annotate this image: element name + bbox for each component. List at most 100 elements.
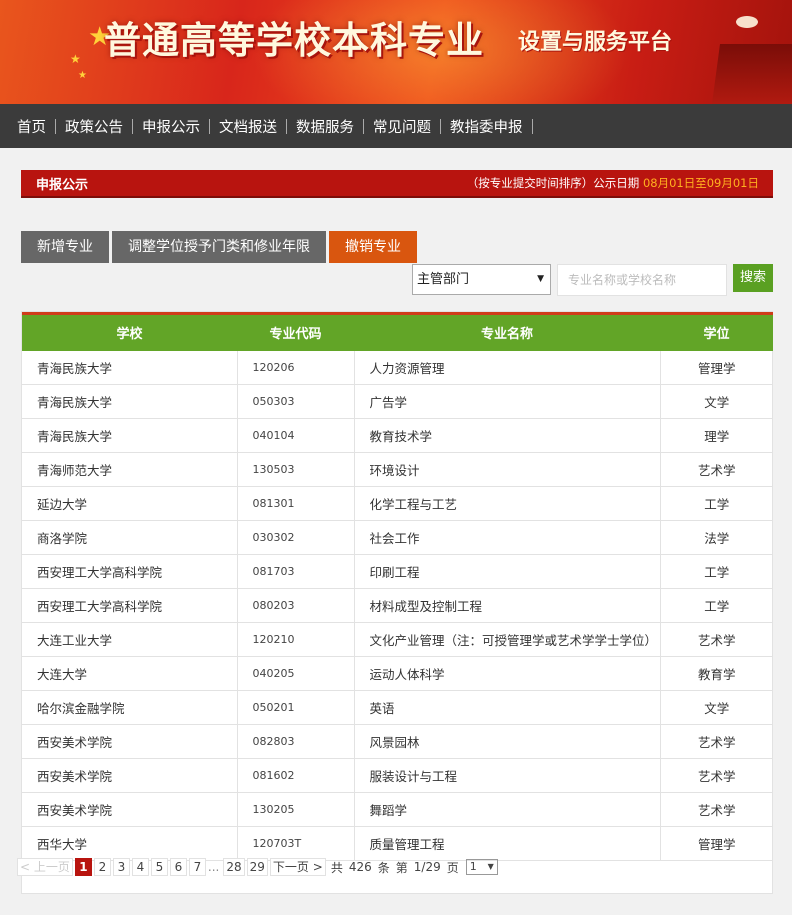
page-number[interactable]: 6 [169, 858, 187, 876]
column-header-school: 学校 [116, 327, 143, 343]
tab-revoke-major[interactable]: 撤销专业 [329, 231, 417, 263]
cell-code: 040205 [236, 656, 354, 691]
nav-item-documents[interactable]: 文档报送 [210, 116, 286, 137]
nav-item-publicity[interactable]: 申报公示 [133, 116, 209, 137]
chevron-down-icon: ▼ [487, 862, 494, 871]
cell-major: 教育技术学 [353, 418, 660, 453]
cell-major: 社会工作 [353, 520, 660, 555]
page-number[interactable]: 29 [246, 858, 268, 876]
cell-code: 082803 [236, 724, 354, 759]
table-header-row: 学校 专业代码 专业名称 学位 [22, 313, 773, 351]
table-row: 西华大学 120703T 质量管理工程 管理学 [22, 826, 773, 861]
section-title: 申报公示 [36, 177, 89, 193]
cell-school: 西安理工大学高科学院 [22, 588, 237, 623]
cell-code: 130205 [236, 792, 354, 827]
banner-title: 普通高等学校本科专业 [104, 19, 484, 62]
results-table-panel: 学校 专业代码 专业名称 学位 青海民族大学 120206 人力资源管理管理学 青海… [21, 311, 773, 894]
cell-code: 081703 [236, 554, 354, 589]
cell-degree: 文学 [659, 384, 773, 419]
cell-school: 商洛学院 [22, 520, 237, 555]
cell-degree: 理学 [659, 418, 773, 453]
page-number[interactable]: 28 [223, 858, 245, 876]
next-page-label: 下一页 [272, 860, 309, 874]
cell-degree: 工学 [659, 588, 773, 623]
cell-code: 081602 [236, 758, 354, 793]
publicity-note: （按专业提交时间排序）公示日期 [466, 176, 640, 190]
cell-school: 哈尔滨金融学院 [22, 690, 237, 725]
prev-page-button[interactable]: < 上一页 [17, 858, 73, 876]
cell-major: 环境设计 [353, 452, 660, 487]
total-count: 426 [348, 860, 372, 874]
chevron-down-icon: ▼ [537, 274, 544, 284]
cell-code: 030302 [236, 520, 354, 555]
cell-school: 西华大学 [22, 826, 237, 861]
table-row: 西安理工大学高科学院 081703 印刷工程 工学 [22, 554, 773, 589]
banner-subtitle: 设置与服务平台 [518, 30, 673, 55]
table-row: 西安美术学院 130205 舞蹈学 艺术学 [22, 792, 773, 827]
results-table: 学校 专业代码 专业名称 学位 青海民族大学 120206 人力资源管理管理学 青海… [22, 312, 773, 861]
pagination-ellipsis: ... [207, 860, 220, 874]
category-tabs: 新增专业 调整学位授予门类和修业年限 撤销专业 [21, 231, 420, 263]
table-row: 青海师范大学 130503 环境设计 艺术学 [22, 452, 773, 487]
cell-code: 040104 [236, 418, 354, 453]
cell-major: 服装设计与工程 [353, 758, 660, 793]
cell-school: 西安美术学院 [22, 792, 237, 827]
nav-item-policy[interactable]: 政策公告 [56, 116, 132, 137]
cell-major: 印刷工程 [353, 554, 660, 589]
cell-major: 材料成型及控制工程 [353, 588, 660, 623]
table-row: 西安理工大学高科学院 080203 材料成型及控制工程 工学 [22, 588, 773, 623]
page-jump-select[interactable]: 1 ▼ [465, 859, 498, 875]
cell-school: 西安理工大学高科学院 [22, 554, 237, 589]
cell-degree: 工学 [659, 486, 773, 521]
cell-degree: 艺术学 [659, 452, 773, 487]
page-number[interactable]: 3 [112, 858, 130, 876]
cell-major: 广告学 [353, 384, 660, 419]
cell-degree: 艺术学 [659, 622, 773, 657]
page-number[interactable]: 1 [74, 858, 92, 876]
cell-major: 文化产业管理（注：可授管理学或艺术学学士学位） [353, 622, 660, 657]
department-select[interactable]: 主管部门 ▼ [412, 264, 551, 295]
cell-code: 120703T [236, 826, 354, 861]
cell-code: 050303 [236, 384, 354, 419]
column-header-degree: 学位 [703, 327, 730, 343]
page-number[interactable]: 5 [150, 858, 168, 876]
cell-code: 080203 [236, 588, 354, 623]
page-number[interactable]: 7 [188, 858, 206, 876]
table-row: 青海民族大学 040104 教育技术学 理学 [22, 418, 773, 453]
pagination: < 上一页 1 2 3 4 5 6 7 ... 28 29 下一页 > 共 42… [17, 857, 498, 877]
table-row: 西安美术学院 082803 风景园林 艺术学 [22, 724, 773, 759]
nav-item-faq[interactable]: 常见问题 [364, 116, 440, 137]
main-nav: 首页 政策公告 申报公示 文档报送 数据服务 常见问题 教指委申报 [0, 104, 792, 148]
cell-degree: 文学 [659, 690, 773, 725]
star-icon: ★ [78, 70, 87, 81]
tab-adjust-degree[interactable]: 调整学位授予门类和修业年限 [112, 231, 326, 263]
nav-item-data-service[interactable]: 数据服务 [287, 116, 363, 137]
next-page-button[interactable]: 下一页 > [269, 858, 326, 876]
cell-major: 风景园林 [353, 724, 660, 759]
cell-school: 延边大学 [22, 486, 237, 521]
cell-school: 大连工业大学 [22, 622, 237, 657]
table-row: 商洛学院 030302 社会工作 法学 [22, 520, 773, 555]
cell-school: 青海师范大学 [22, 452, 237, 487]
nav-item-committee[interactable]: 教指委申报 [441, 116, 532, 137]
cell-code: 120210 [236, 622, 354, 657]
cell-major: 人力资源管理 [353, 350, 660, 385]
prev-page-label: 上一页 [33, 860, 70, 874]
cell-code: 081301 [236, 486, 354, 521]
search-button[interactable]: 搜索 [733, 264, 773, 292]
tab-new-major[interactable]: 新增专业 [21, 231, 109, 263]
cell-school: 青海民族大学 [22, 418, 237, 453]
search-input[interactable] [557, 264, 727, 296]
nav-divider [531, 118, 533, 134]
table-row: 哈尔滨金融学院 050201 英语 文学 [22, 690, 773, 725]
cell-code: 120206 [236, 350, 354, 385]
page-number[interactable]: 4 [131, 858, 149, 876]
chevron-right-icon: > [312, 860, 323, 874]
cell-degree: 管理学 [659, 826, 773, 861]
page-number[interactable]: 2 [93, 858, 111, 876]
cell-school: 西安美术学院 [22, 724, 237, 759]
cell-degree: 工学 [659, 554, 773, 589]
nav-item-home[interactable]: 首页 [8, 116, 55, 137]
total-suffix: 条 [377, 860, 390, 875]
table-row: 延边大学 081301 化学工程与工艺 工学 [22, 486, 773, 521]
